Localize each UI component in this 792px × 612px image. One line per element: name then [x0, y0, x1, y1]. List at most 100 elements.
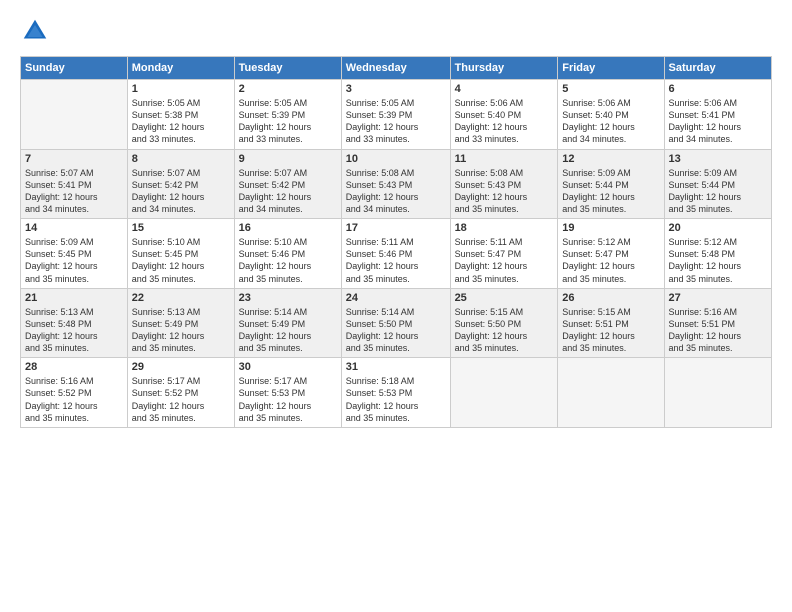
calendar-cell: [21, 80, 128, 150]
day-info: Sunrise: 5:16 AMSunset: 5:51 PMDaylight:…: [669, 306, 767, 355]
weekday-header: Sunday: [21, 57, 128, 80]
day-info: Sunrise: 5:08 AMSunset: 5:43 PMDaylight:…: [455, 167, 554, 216]
calendar-week-row: 21 Sunrise: 5:13 AMSunset: 5:48 PMDayligh…: [21, 288, 772, 358]
day-info: Sunrise: 5:13 AMSunset: 5:49 PMDaylight:…: [132, 306, 230, 355]
day-number: 28: [25, 361, 123, 373]
day-info: Sunrise: 5:06 AMSunset: 5:40 PMDaylight:…: [562, 97, 659, 146]
day-info: Sunrise: 5:15 AMSunset: 5:51 PMDaylight:…: [562, 306, 659, 355]
day-number: 1: [132, 83, 230, 95]
page: SundayMondayTuesdayWednesdayThursdayFrid…: [0, 0, 792, 612]
day-info: Sunrise: 5:18 AMSunset: 5:53 PMDaylight:…: [346, 375, 446, 424]
day-info: Sunrise: 5:07 AMSunset: 5:42 PMDaylight:…: [132, 167, 230, 216]
day-number: 5: [562, 83, 659, 95]
calendar-cell: 8 Sunrise: 5:07 AMSunset: 5:42 PMDaylight…: [127, 149, 234, 219]
day-info: Sunrise: 5:12 AMSunset: 5:48 PMDaylight:…: [669, 236, 767, 285]
day-number: 21: [25, 292, 123, 304]
day-info: Sunrise: 5:08 AMSunset: 5:43 PMDaylight:…: [346, 167, 446, 216]
weekday-header: Monday: [127, 57, 234, 80]
day-number: 14: [25, 222, 123, 234]
calendar-cell: 9Sunrise: 5:07 AMSunset: 5:42 PMDaylight…: [234, 149, 341, 219]
calendar-week-row: 7 Sunrise: 5:07 AMSunset: 5:41 PMDaylight…: [21, 149, 772, 219]
day-info: Sunrise: 5:15 AMSunset: 5:50 PMDaylight:…: [455, 306, 554, 355]
day-number: 31: [346, 361, 446, 373]
calendar-cell: 26 Sunrise: 5:15 AMSunset: 5:51 PMDayligh…: [558, 288, 664, 358]
calendar-cell: 17 Sunrise: 5:11 AMSunset: 5:46 PMDayligh…: [341, 219, 450, 289]
calendar-cell: 12 Sunrise: 5:09 AMSunset: 5:44 PMDayligh…: [558, 149, 664, 219]
calendar-cell: 22 Sunrise: 5:13 AMSunset: 5:49 PMDayligh…: [127, 288, 234, 358]
day-number: 16: [239, 222, 337, 234]
day-info: Sunrise: 5:06 AMSunset: 5:41 PMDaylight:…: [669, 97, 767, 146]
calendar-cell: 18Sunrise: 5:11 AMSunset: 5:47 PMDayligh…: [450, 219, 558, 289]
calendar-cell: 16Sunrise: 5:10 AMSunset: 5:46 PMDayligh…: [234, 219, 341, 289]
day-info: Sunrise: 5:05 AMSunset: 5:38 PMDaylight:…: [132, 97, 230, 146]
day-number: 12: [562, 153, 659, 165]
calendar-cell: 10Sunrise: 5:08 AMSunset: 5:43 PMDayligh…: [341, 149, 450, 219]
calendar-cell: 14 Sunrise: 5:09 AMSunset: 5:45 PMDayligh…: [21, 219, 128, 289]
day-number: 2: [239, 83, 337, 95]
day-info: Sunrise: 5:13 AMSunset: 5:48 PMDaylight:…: [25, 306, 123, 355]
calendar-week-row: 28 Sunrise: 5:16 AMSunset: 5:52 PMDayligh…: [21, 358, 772, 428]
day-number: 6: [669, 83, 767, 95]
calendar-cell: 1 Sunrise: 5:05 AMSunset: 5:38 PMDaylight…: [127, 80, 234, 150]
calendar-cell: 6 Sunrise: 5:06 AMSunset: 5:41 PMDaylight…: [664, 80, 771, 150]
calendar-cell: 27 Sunrise: 5:16 AMSunset: 5:51 PMDayligh…: [664, 288, 771, 358]
calendar-cell: 11 Sunrise: 5:08 AMSunset: 5:43 PMDayligh…: [450, 149, 558, 219]
day-info: Sunrise: 5:09 AMSunset: 5:44 PMDaylight:…: [562, 167, 659, 216]
day-number: 4: [455, 83, 554, 95]
day-info: Sunrise: 5:16 AMSunset: 5:52 PMDaylight:…: [25, 375, 123, 424]
calendar-cell: 20 Sunrise: 5:12 AMSunset: 5:48 PMDayligh…: [664, 219, 771, 289]
calendar-cell: [450, 358, 558, 428]
day-info: Sunrise: 5:11 AMSunset: 5:46 PMDaylight:…: [346, 236, 446, 285]
day-number: 29: [132, 361, 230, 373]
day-info: Sunrise: 5:05 AMSunset: 5:39 PMDaylight:…: [239, 97, 337, 146]
calendar-cell: 23 Sunrise: 5:14 AMSunset: 5:49 PMDayligh…: [234, 288, 341, 358]
day-number: 19: [562, 222, 659, 234]
day-number: 20: [669, 222, 767, 234]
day-info: Sunrise: 5:09 AMSunset: 5:44 PMDaylight:…: [669, 167, 767, 216]
calendar-cell: [558, 358, 664, 428]
day-info: Sunrise: 5:09 AMSunset: 5:45 PMDaylight:…: [25, 236, 123, 285]
calendar-cell: 31 Sunrise: 5:18 AMSunset: 5:53 PMDayligh…: [341, 358, 450, 428]
calendar-cell: 15Sunrise: 5:10 AMSunset: 5:45 PMDayligh…: [127, 219, 234, 289]
day-number: 11: [455, 153, 554, 165]
day-info: Sunrise: 5:10 AMSunset: 5:45 PMDaylight:…: [132, 236, 230, 285]
day-info: Sunrise: 5:17 AMSunset: 5:52 PMDaylight:…: [132, 375, 230, 424]
weekday-header: Friday: [558, 57, 664, 80]
day-info: Sunrise: 5:07 AMSunset: 5:42 PMDaylight:…: [239, 167, 337, 216]
day-number: 17: [346, 222, 446, 234]
calendar-cell: 4 Sunrise: 5:06 AMSunset: 5:40 PMDaylight…: [450, 80, 558, 150]
weekday-header: Wednesday: [341, 57, 450, 80]
day-number: 27: [669, 292, 767, 304]
day-number: 7: [25, 153, 123, 165]
day-number: 13: [669, 153, 767, 165]
day-number: 22: [132, 292, 230, 304]
calendar-cell: 25 Sunrise: 5:15 AMSunset: 5:50 PMDayligh…: [450, 288, 558, 358]
day-info: Sunrise: 5:05 AMSunset: 5:39 PMDaylight:…: [346, 97, 446, 146]
calendar-cell: 30Sunrise: 5:17 AMSunset: 5:53 PMDayligh…: [234, 358, 341, 428]
day-info: Sunrise: 5:14 AMSunset: 5:50 PMDaylight:…: [346, 306, 446, 355]
calendar-cell: 29 Sunrise: 5:17 AMSunset: 5:52 PMDayligh…: [127, 358, 234, 428]
calendar-week-row: 14 Sunrise: 5:09 AMSunset: 5:45 PMDayligh…: [21, 219, 772, 289]
day-info: Sunrise: 5:11 AMSunset: 5:47 PMDaylight:…: [455, 236, 554, 285]
calendar-cell: 13 Sunrise: 5:09 AMSunset: 5:44 PMDayligh…: [664, 149, 771, 219]
day-number: 8: [132, 153, 230, 165]
weekday-header: Tuesday: [234, 57, 341, 80]
calendar-cell: 28 Sunrise: 5:16 AMSunset: 5:52 PMDayligh…: [21, 358, 128, 428]
calendar-cell: [664, 358, 771, 428]
logo-icon: [20, 16, 50, 46]
day-info: Sunrise: 5:12 AMSunset: 5:47 PMDaylight:…: [562, 236, 659, 285]
logo: [20, 16, 54, 46]
header: [20, 16, 772, 46]
calendar-week-row: 1 Sunrise: 5:05 AMSunset: 5:38 PMDaylight…: [21, 80, 772, 150]
calendar-cell: 2 Sunrise: 5:05 AMSunset: 5:39 PMDaylight…: [234, 80, 341, 150]
day-number: 25: [455, 292, 554, 304]
day-number: 23: [239, 292, 337, 304]
day-info: Sunrise: 5:07 AMSunset: 5:41 PMDaylight:…: [25, 167, 123, 216]
day-number: 3: [346, 83, 446, 95]
calendar-cell: 5 Sunrise: 5:06 AMSunset: 5:40 PMDaylight…: [558, 80, 664, 150]
calendar-cell: 19 Sunrise: 5:12 AMSunset: 5:47 PMDayligh…: [558, 219, 664, 289]
day-number: 24: [346, 292, 446, 304]
day-info: Sunrise: 5:14 AMSunset: 5:49 PMDaylight:…: [239, 306, 337, 355]
day-number: 26: [562, 292, 659, 304]
day-info: Sunrise: 5:06 AMSunset: 5:40 PMDaylight:…: [455, 97, 554, 146]
